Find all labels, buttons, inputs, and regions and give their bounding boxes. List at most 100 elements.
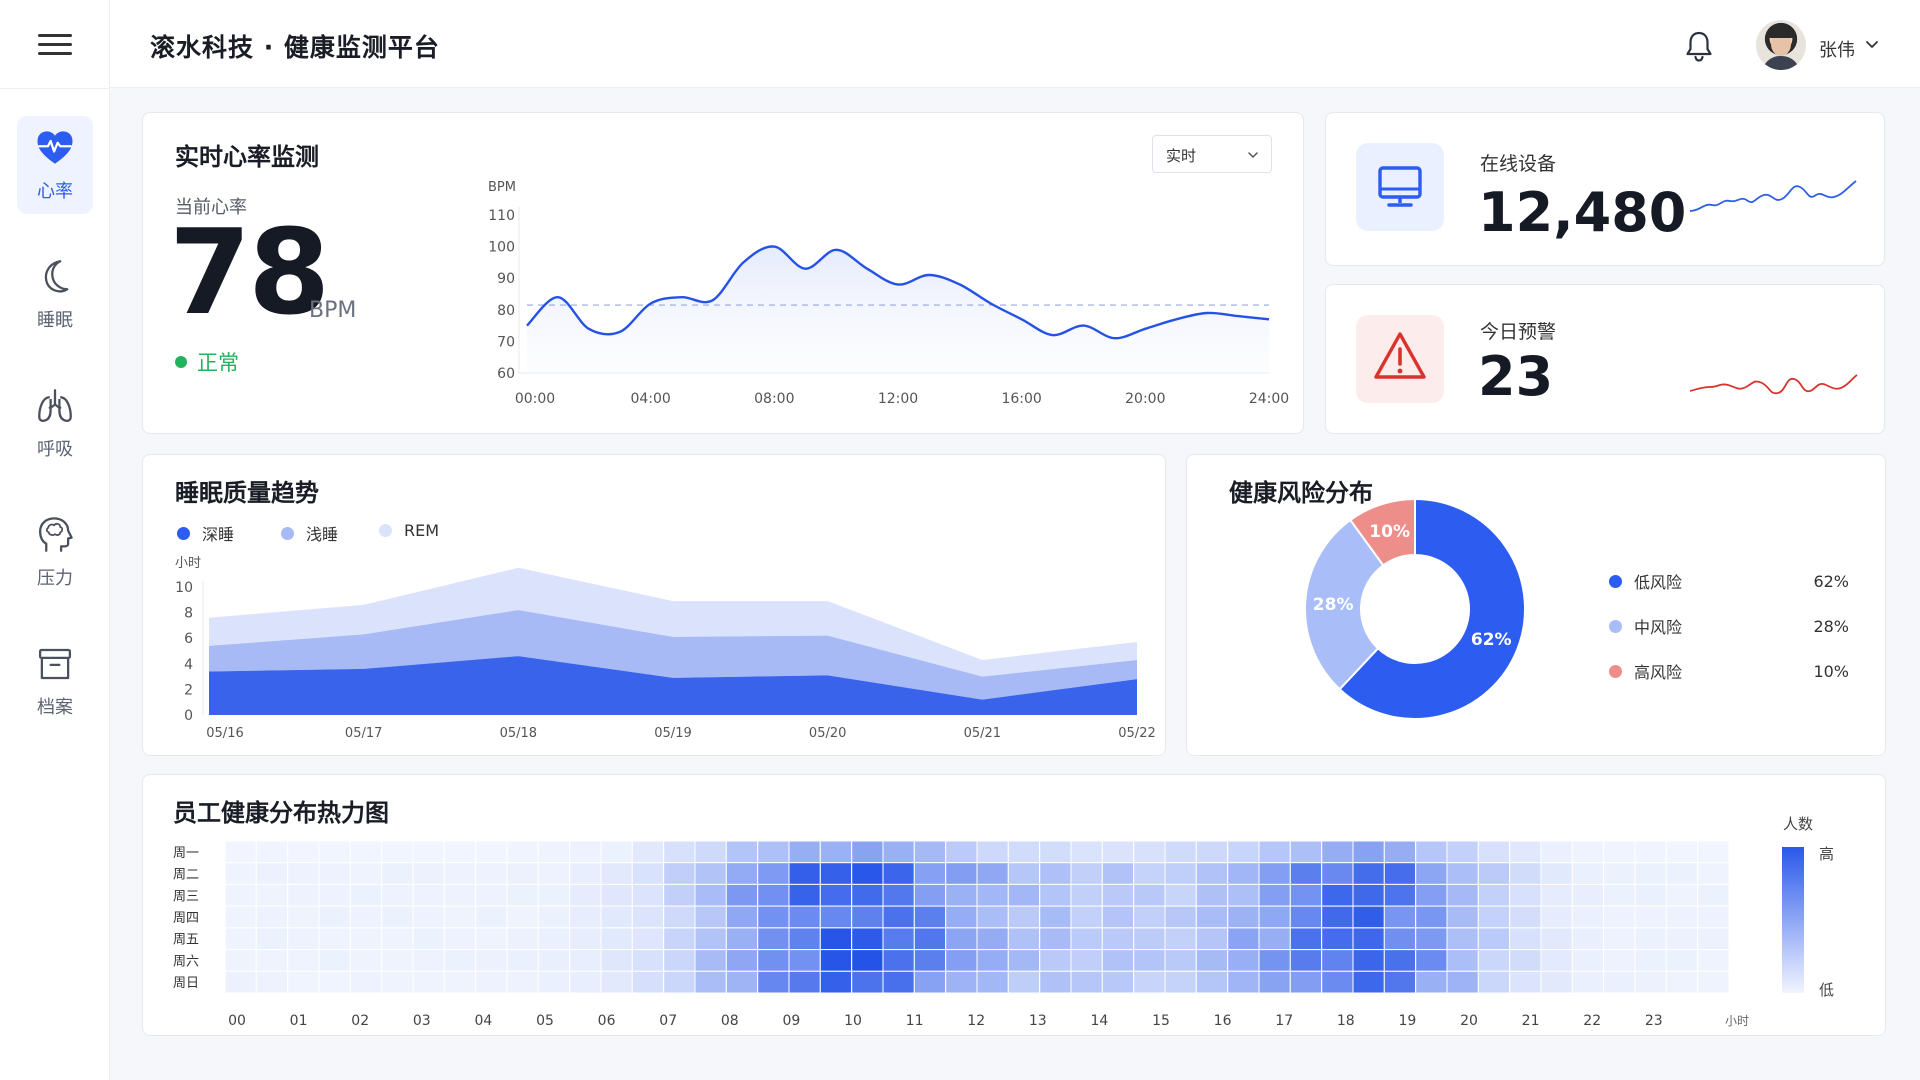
archive-box-icon xyxy=(38,648,72,680)
heatmap-cell xyxy=(725,883,759,907)
heatmap-cell xyxy=(1477,905,1511,929)
heatmap-cell xyxy=(381,949,414,972)
sidebar: 心率 睡眠 呼吸 压力 档案 xyxy=(0,0,110,1080)
heatmap-cell xyxy=(694,883,727,907)
heatmap-cell xyxy=(1101,949,1135,972)
heatmap-cell xyxy=(1164,905,1197,929)
sleep-trend-card: 睡眠质量趋势 深睡 浅睡 REM 小时 0 2 4 6 8 10 05/16 05/17 05/1… xyxy=(142,454,1166,756)
heatmap-cell xyxy=(1665,862,1699,885)
heatmap-cell xyxy=(412,927,445,951)
x-axis-unit: 小时 xyxy=(1725,1014,1749,1028)
heatmap-cell xyxy=(1665,949,1699,972)
x-tick-label: 19 xyxy=(1398,1013,1416,1029)
heatmap-cell xyxy=(1509,927,1542,951)
heatmap-cell xyxy=(1697,883,1730,907)
heatmap-cell xyxy=(1195,840,1229,864)
heatmap-cell xyxy=(1007,949,1041,972)
heatmap-cell xyxy=(725,927,759,951)
alerts-value: 23 xyxy=(1478,345,1554,408)
heatmap-legend-low: 低 xyxy=(1819,981,1835,999)
heatmap-cell xyxy=(475,840,508,864)
bell-icon[interactable] xyxy=(1684,30,1714,62)
heatmap-cell xyxy=(1477,883,1511,907)
heatmap-cell xyxy=(412,970,445,994)
y-tick-label: 2 xyxy=(184,682,193,698)
y-tick-label: 80 xyxy=(497,303,515,319)
heatmap-cell xyxy=(945,883,978,907)
x-tick-label: 16 xyxy=(1214,1013,1232,1029)
heatmap-cell xyxy=(1665,905,1699,929)
heatmap-cell xyxy=(976,970,1009,994)
heatmap-cell xyxy=(1383,949,1417,972)
heatmap-cell xyxy=(1540,905,1573,929)
x-tick-label: 21 xyxy=(1522,1013,1540,1029)
heatmap-cell xyxy=(1665,883,1699,907)
heatmap-cell xyxy=(569,905,602,929)
heatmap-cell xyxy=(913,883,947,907)
online-devices-sparkline xyxy=(1690,180,1857,212)
heatmap-cell xyxy=(1070,970,1103,994)
heatmap-cell xyxy=(1415,862,1448,885)
heatmap-cell xyxy=(1383,862,1417,885)
heatmap-row-label: 周三 xyxy=(173,889,199,904)
heatmap-cell xyxy=(1571,840,1605,864)
alerts-label: 今日预警 xyxy=(1480,321,1557,343)
heatmap-cell xyxy=(1509,883,1542,907)
sidebar-item-stress[interactable]: 压力 xyxy=(17,503,93,601)
y-axis-label: 小时 xyxy=(175,556,201,571)
x-tick-label: 05/17 xyxy=(345,726,382,741)
monitor-icon xyxy=(1378,166,1422,207)
chevron-down-icon[interactable] xyxy=(1865,37,1879,51)
heart-rate-card: 实时心率监测 当前心率 78 BPM 正常 实时 BPM 60 70 80 90 100 1… xyxy=(142,112,1304,434)
heatmap-cell xyxy=(537,927,571,951)
menu-icon[interactable] xyxy=(38,34,72,60)
donut-label: 10% xyxy=(1369,522,1410,542)
sidebar-item-label: 心率 xyxy=(37,181,73,202)
heatmap-cell xyxy=(788,862,821,885)
heatmap-cell xyxy=(913,949,947,972)
x-tick-label: 18 xyxy=(1337,1013,1355,1029)
x-tick-label: 05/21 xyxy=(964,726,1001,741)
x-tick-label: 13 xyxy=(1029,1013,1047,1029)
x-tick-label: 00 xyxy=(228,1013,246,1029)
heatmap-cell xyxy=(1571,949,1605,972)
heatmap-cell xyxy=(224,862,257,885)
sidebar-item-heart-rate[interactable]: 心率 xyxy=(17,116,93,214)
heatmap-row-label: 周二 xyxy=(173,868,199,883)
heatmap-cell xyxy=(1070,949,1103,972)
heatmap-cell xyxy=(757,970,790,994)
heatmap-cell xyxy=(663,927,696,951)
sidebar-item-archive[interactable]: 档案 xyxy=(17,632,93,730)
sidebar-item-breathing[interactable]: 呼吸 xyxy=(17,374,93,472)
risk-donut-chart: 62% 28% 10% xyxy=(1304,497,1526,720)
heatmap-cell xyxy=(1070,927,1103,951)
heatmap-cell xyxy=(1665,840,1699,864)
alerts-sparkline xyxy=(1690,374,1858,395)
heatmap-cell xyxy=(1070,905,1103,929)
heatmap-cell xyxy=(1039,970,1072,994)
heatmap-cell xyxy=(1007,883,1041,907)
x-tick-label: 02 xyxy=(351,1013,369,1029)
heatmap-cell xyxy=(475,883,508,907)
heatmap-cell xyxy=(381,905,414,929)
heatmap-cell xyxy=(506,949,539,972)
heatmap-cell xyxy=(757,840,790,864)
monitor-icon-box xyxy=(1356,143,1444,231)
heatmap-cell xyxy=(255,862,289,885)
heatmap-cell xyxy=(1603,949,1636,972)
y-tick-label: 0 xyxy=(184,708,193,724)
heatmap-cell xyxy=(663,970,696,994)
user-name[interactable]: 张伟 xyxy=(1819,36,1855,62)
legend-dot xyxy=(1609,574,1622,588)
heatmap-cell xyxy=(1007,905,1041,929)
heatmap-cell xyxy=(506,862,539,885)
heatmap-cell xyxy=(725,949,759,972)
y-tick-label: 100 xyxy=(488,240,515,256)
sidebar-item-sleep[interactable]: 睡眠 xyxy=(17,245,93,343)
donut-label: 28% xyxy=(1313,595,1354,615)
heatmap-cell xyxy=(349,927,383,951)
heatmap-cell xyxy=(1446,862,1479,885)
heatmap-cell xyxy=(631,927,665,951)
heatmap-cell xyxy=(1477,949,1511,972)
avatar[interactable] xyxy=(1756,20,1806,70)
